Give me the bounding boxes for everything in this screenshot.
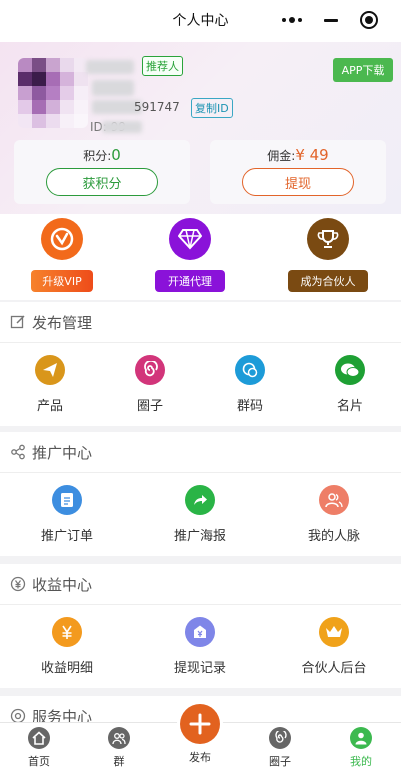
circle-icon xyxy=(269,727,291,749)
wallet-icon xyxy=(185,617,215,647)
promotion-orders-item[interactable]: 推广订单 xyxy=(17,473,117,557)
paper-plane-icon xyxy=(35,355,65,385)
tab-mine[interactable]: 我的 xyxy=(331,727,391,769)
withdraw-records-label: 提现记录 xyxy=(173,661,226,676)
income-grid: 收益明细 提现记录 合伙人后台 xyxy=(0,604,401,688)
profile-header: 推荐人 591747 复制ID ID: 99 APP下载 积分:0 获积分 佣金… xyxy=(0,42,401,214)
income-details-label: 收益明细 xyxy=(40,661,93,676)
section-title-publish: 发布管理 xyxy=(0,302,401,342)
spiral-icon xyxy=(135,355,165,385)
commission-line: 佣金:¥ 49 xyxy=(210,146,386,164)
tab-label: 群 xyxy=(113,755,125,768)
id-redacted xyxy=(102,121,142,133)
share-icon xyxy=(11,444,25,460)
commission-value: ¥ 49 xyxy=(295,146,329,164)
wechat-icon xyxy=(335,355,365,385)
commission-label: 佣金: xyxy=(267,149,296,163)
membership-row: 升级VIP 开通代理 成为合伙人 xyxy=(0,214,401,300)
nickname-redacted xyxy=(92,80,134,96)
vip-upgrade-icon xyxy=(41,218,83,260)
my-network-item[interactable]: 我的人脉 xyxy=(284,473,384,557)
app-download-button[interactable]: APP下载 xyxy=(333,58,393,82)
recommender-badge[interactable]: 推荐人 xyxy=(142,56,183,76)
publish-label: 发布 xyxy=(189,751,211,764)
section-title-income: 收益中心 xyxy=(0,564,401,604)
tab-group[interactable]: 群 xyxy=(89,727,149,769)
group-icon xyxy=(108,727,130,749)
get-points-button[interactable]: 获积分 xyxy=(46,168,158,196)
product-label: 产品 xyxy=(36,399,63,414)
become-partner-item[interactable]: 成为合伙人 xyxy=(288,218,368,296)
uid-text: 591747 xyxy=(134,100,180,114)
section-title-text: 发布管理 xyxy=(32,313,93,332)
become-partner-label: 成为合伙人 xyxy=(288,270,368,292)
section-title-text: 推广中心 xyxy=(32,443,93,462)
points-card: 积分:0 获积分 xyxy=(14,140,190,204)
diamond-icon xyxy=(169,218,211,260)
upgrade-vip-item[interactable]: 升级VIP xyxy=(22,218,102,296)
plus-icon xyxy=(189,713,211,735)
share-arrow-icon xyxy=(185,485,215,515)
business-card-item[interactable]: 名片 xyxy=(300,343,400,427)
section-title-text: 收益中心 xyxy=(32,575,93,594)
promotion-poster-label: 推广海报 xyxy=(173,529,226,544)
partner-backend-label: 合伙人后台 xyxy=(301,661,367,676)
tab-circle[interactable]: 圈子 xyxy=(250,727,310,769)
more-icon[interactable] xyxy=(282,17,302,23)
publish-grid: 产品 圈子 群码 名片 xyxy=(0,342,401,426)
promotion-grid: 推广订单 推广海报 我的人脉 xyxy=(0,472,401,556)
navigation-bar: 个人中心 xyxy=(0,0,401,42)
income-icon xyxy=(10,576,26,592)
product-item[interactable]: 产品 xyxy=(0,343,100,427)
copy-id-button[interactable]: 复制ID xyxy=(191,98,233,118)
tab-label: 首页 xyxy=(28,755,50,768)
tab-label: 我的 xyxy=(350,755,372,768)
tab-home[interactable]: 首页 xyxy=(9,727,69,769)
trophy-icon xyxy=(307,218,349,260)
points-label: 积分: xyxy=(83,149,112,163)
people-icon xyxy=(319,485,349,515)
nickname-redacted xyxy=(86,60,134,74)
open-agent-item[interactable]: 开通代理 xyxy=(150,218,230,296)
open-agent-label: 开通代理 xyxy=(155,270,225,292)
promotion-orders-label: 推广订单 xyxy=(40,529,93,544)
publish-button[interactable] xyxy=(180,704,220,744)
tab-label: 圈子 xyxy=(269,755,291,768)
minimize-icon[interactable] xyxy=(324,18,338,22)
business-card-label: 名片 xyxy=(336,399,363,414)
income-details-item[interactable]: 收益明细 xyxy=(17,605,117,689)
promotion-poster-item[interactable]: 推广海报 xyxy=(150,473,250,557)
my-network-label: 我的人脉 xyxy=(307,529,360,544)
crown-icon xyxy=(319,617,349,647)
partner-backend-item[interactable]: 合伙人后台 xyxy=(284,605,384,689)
home-icon xyxy=(28,727,50,749)
mini-program-capsule xyxy=(271,6,389,34)
group-code-label: 群码 xyxy=(236,399,263,414)
close-icon[interactable] xyxy=(360,11,378,29)
withdraw-button[interactable]: 提现 xyxy=(242,168,354,196)
points-value: 0 xyxy=(111,146,121,164)
group-chat-icon xyxy=(235,355,265,385)
commission-card: 佣金:¥ 49 提现 xyxy=(210,140,386,204)
document-icon xyxy=(52,485,82,515)
upgrade-vip-label: 升级VIP xyxy=(31,270,93,292)
user-icon xyxy=(350,727,372,749)
withdraw-records-item[interactable]: 提现记录 xyxy=(150,605,250,689)
avatar[interactable] xyxy=(18,58,88,128)
yuan-icon xyxy=(52,617,82,647)
edit-icon xyxy=(10,315,25,329)
section-title-promotion: 推广中心 xyxy=(0,432,401,472)
circle-item[interactable]: 圈子 xyxy=(100,343,200,427)
group-code-item[interactable]: 群码 xyxy=(200,343,300,427)
points-line: 积分:0 xyxy=(14,146,190,164)
circle-label: 圈子 xyxy=(136,399,163,414)
